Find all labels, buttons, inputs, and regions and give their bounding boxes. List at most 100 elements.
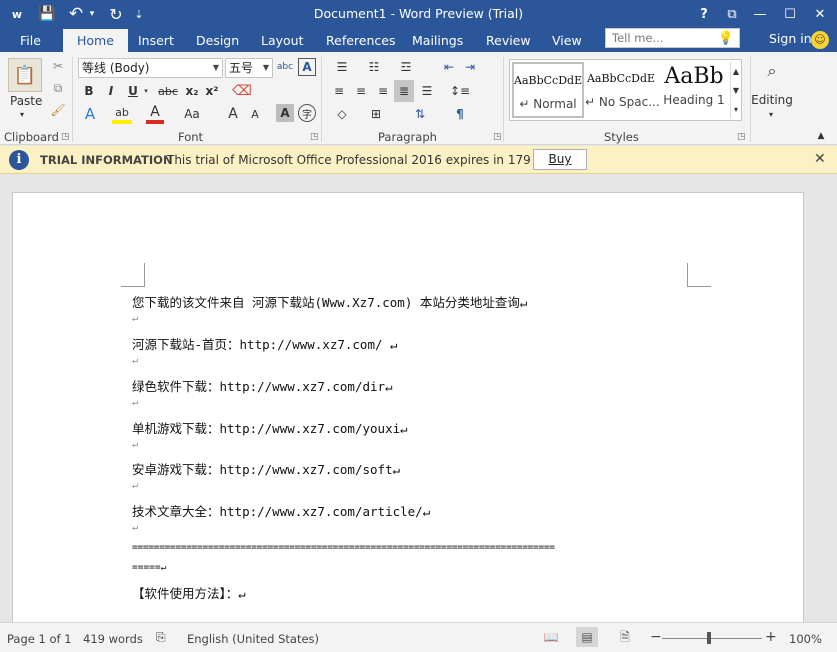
separator-line[interactable]: =====↵: [132, 562, 166, 573]
styles-launcher-icon[interactable]: ◳: [737, 132, 746, 142]
close-button[interactable]: ✕: [806, 3, 834, 25]
font-color-button[interactable]: A: [146, 104, 164, 124]
paste-button[interactable]: Paste: [10, 94, 42, 108]
close-trial-bar-button[interactable]: ✕: [814, 151, 826, 167]
style-heading-1[interactable]: AaBb Heading 1: [658, 62, 730, 118]
style-normal[interactable]: AaBbCcDdE ↵ Normal: [512, 62, 584, 118]
clear-formatting-icon[interactable]: ⌫: [232, 82, 252, 100]
document-area[interactable]: 您下载的该文件来自 河源下载站(Www.Xz7.com) 本站分类地址查询↵ ↵…: [0, 175, 837, 622]
paragraph-mark[interactable]: ↵: [132, 522, 138, 533]
tab-view[interactable]: View: [552, 32, 582, 52]
tab-insert[interactable]: Insert: [138, 32, 174, 52]
bullets-icon[interactable]: ☰: [330, 58, 354, 76]
strikethrough-button[interactable]: abc: [156, 82, 180, 100]
align-center-icon[interactable]: ≡: [352, 82, 370, 100]
vertical-scrollbar[interactable]: [820, 175, 837, 622]
enclose-characters-button[interactable]: 字: [298, 104, 316, 122]
styles-scroll-down-icon[interactable]: ▼: [730, 81, 741, 99]
justify-icon[interactable]: ≣: [394, 80, 414, 102]
paragraph[interactable]: 单机游戏下载：http://www.xz7.com/youxi↵: [132, 418, 408, 437]
tab-references[interactable]: References: [326, 32, 395, 52]
bold-button[interactable]: B: [81, 82, 97, 100]
page-count[interactable]: Page 1 of 1: [7, 632, 72, 646]
paragraph[interactable]: 技术文章大全：http://www.xz7.com/article/↵: [132, 501, 430, 520]
zoom-level[interactable]: 100%: [789, 632, 822, 646]
superscript-button[interactable]: x²: [203, 82, 221, 100]
line-spacing-icon[interactable]: ↕≡: [448, 82, 472, 100]
cut-icon[interactable]: ✂: [50, 58, 66, 74]
paragraph[interactable]: 绿色软件下载：http://www.xz7.com/dir↵: [132, 376, 393, 395]
paste-dropdown-icon[interactable]: ▾: [20, 110, 24, 119]
zoom-slider-thumb[interactable]: [707, 632, 711, 644]
zoom-in-button[interactable]: +: [765, 629, 777, 645]
web-layout-icon[interactable]: 🗎: [614, 627, 636, 647]
align-right-icon[interactable]: ≡: [374, 82, 392, 100]
font-launcher-icon[interactable]: ◳: [310, 132, 319, 142]
tell-me-input[interactable]: Tell me... 💡: [605, 28, 740, 48]
tab-home[interactable]: Home: [63, 29, 128, 52]
separator-line[interactable]: ========================================…: [132, 542, 555, 553]
copy-icon[interactable]: ⧉: [50, 80, 66, 96]
clipboard-launcher-icon[interactable]: ◳: [61, 132, 70, 142]
language[interactable]: English (United States): [187, 632, 319, 646]
tab-review[interactable]: Review: [486, 32, 531, 52]
paste-icon[interactable]: 📋: [8, 58, 42, 92]
sort-icon[interactable]: ⇅: [408, 105, 432, 123]
styles-scroll-up-icon[interactable]: ▲: [730, 62, 741, 80]
format-painter-icon[interactable]: 🖌: [50, 102, 66, 118]
paragraph[interactable]: 河源下载站-首页：http://www.xz7.com/ ↵: [132, 334, 398, 353]
zoom-out-button[interactable]: −: [650, 629, 662, 645]
styles-more-icon[interactable]: ▾: [730, 100, 741, 118]
change-case-button[interactable]: Aa: [181, 104, 203, 124]
italic-button[interactable]: I: [103, 82, 119, 100]
decrease-indent-icon[interactable]: ⇤: [440, 58, 458, 76]
zoom-slider[interactable]: [662, 638, 762, 639]
shading-icon[interactable]: ◇: [330, 105, 354, 123]
tab-mailings[interactable]: Mailings: [412, 32, 463, 52]
ribbon-display-options-button[interactable]: ⧉: [718, 3, 746, 25]
paragraph-mark[interactable]: ↵: [132, 439, 138, 450]
paragraph[interactable]: 【软件使用方法】：↵: [132, 583, 246, 602]
text-effects-button[interactable]: A: [81, 104, 99, 124]
document-page[interactable]: 您下载的该文件来自 河源下载站(Www.Xz7.com) 本站分类地址查询↵ ↵…: [12, 192, 804, 622]
character-shading-button[interactable]: A: [276, 104, 294, 122]
minimize-button[interactable]: —: [746, 3, 774, 25]
style-no-spacing[interactable]: AaBbCcDdE ↵ No Spac...: [585, 62, 660, 118]
paragraph-mark[interactable]: ↵: [132, 313, 138, 324]
grow-font-button[interactable]: A: [225, 104, 241, 124]
shrink-font-button[interactable]: A: [247, 104, 263, 124]
phonetic-guide-button[interactable]: abc: [277, 58, 293, 76]
tab-layout[interactable]: Layout: [261, 32, 304, 52]
paragraph[interactable]: 安卓游戏下载：http://www.xz7.com/soft↵: [132, 459, 400, 478]
editing-dropdown-icon[interactable]: ▾: [766, 108, 776, 120]
underline-button[interactable]: U: [125, 82, 141, 100]
highlight-button[interactable]: ab: [112, 104, 132, 124]
collapse-ribbon-icon[interactable]: ▲: [815, 130, 827, 142]
find-binoculars-icon[interactable]: ⌕: [760, 58, 784, 84]
editing-button[interactable]: Editing: [751, 92, 793, 108]
paragraph-mark[interactable]: ↵: [132, 480, 138, 491]
increase-indent-icon[interactable]: ⇥: [461, 58, 479, 76]
paragraph-mark[interactable]: ↵: [132, 355, 138, 366]
underline-dropdown-icon[interactable]: ▾: [141, 82, 151, 100]
proofing-icon[interactable]: ⎘: [156, 630, 166, 645]
paragraph[interactable]: 您下载的该文件来自 河源下载站(Www.Xz7.com) 本站分类地址查询↵: [132, 292, 527, 311]
multilevel-list-icon[interactable]: ☲: [394, 58, 418, 76]
print-layout-icon[interactable]: ▤: [576, 627, 598, 647]
tab-file[interactable]: File: [20, 32, 41, 52]
show-hide-marks-icon[interactable]: ¶: [450, 105, 470, 123]
maximize-button[interactable]: ☐: [776, 3, 804, 25]
help-button[interactable]: ?: [690, 3, 718, 25]
tab-design[interactable]: Design: [196, 32, 239, 52]
subscript-button[interactable]: x₂: [183, 82, 201, 100]
distributed-icon[interactable]: ☰: [418, 82, 436, 100]
buy-button[interactable]: Buy: [533, 149, 587, 170]
borders-icon[interactable]: ⊞: [364, 105, 388, 123]
feedback-smiley-icon[interactable]: ☺: [811, 31, 829, 49]
read-mode-icon[interactable]: 📖: [540, 627, 562, 647]
character-border-button[interactable]: A: [298, 58, 316, 76]
paragraph-mark[interactable]: ↵: [132, 397, 138, 408]
numbering-icon[interactable]: ☷: [362, 58, 386, 76]
word-count[interactable]: 419 words: [83, 632, 143, 646]
sign-in-link[interactable]: Sign in: [769, 31, 812, 46]
